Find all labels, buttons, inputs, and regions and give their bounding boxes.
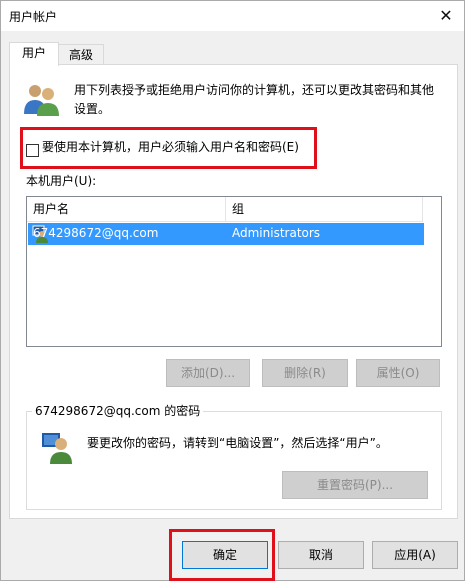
remove-user-button[interactable]: 删除(R) — [262, 359, 348, 387]
password-group-title: 674298672@qq.com 的密码 — [32, 402, 204, 419]
user-accounts-dialog: 用户帐户 ✕ 用户 高级 用下列表授予或拒绝用户访问你的计算机，还可以更改其密码… — [0, 0, 465, 581]
users-list[interactable]: 用户名 组 674298672@qq.com Administrators — [26, 196, 442, 347]
row-username: 674298672@qq.com — [33, 226, 159, 240]
column-header-username-label: 用户名 — [33, 202, 70, 216]
table-row[interactable]: 674298672@qq.com Administrators — [28, 223, 424, 245]
reset-password-button[interactable]: 重置密码(P)... — [282, 471, 428, 499]
highlight-box-ok — [169, 529, 275, 581]
user-password-icon — [42, 433, 72, 464]
tab-advanced-label: 高级 — [68, 48, 93, 62]
tab-users-label: 用户 — [21, 46, 46, 60]
cancel-button[interactable]: 取消 — [278, 541, 364, 569]
apply-button[interactable]: 应用(A) — [372, 541, 458, 569]
tab-users[interactable]: 用户 — [9, 42, 59, 66]
properties-button[interactable]: 属性(O) — [356, 359, 440, 387]
title-bar: 用户帐户 ✕ — [1, 1, 464, 31]
window-title: 用户帐户 — [9, 10, 58, 24]
users-tab-panel: 用下列表授予或拒绝用户访问你的计算机，还可以更改其密码和其他设置。 要使用本计算… — [9, 64, 458, 519]
highlight-box-checkbox — [20, 127, 317, 169]
row-group: Administrators — [232, 226, 321, 240]
users-icon — [24, 85, 59, 116]
column-header-group-label: 组 — [232, 202, 245, 216]
close-icon[interactable]: ✕ — [434, 5, 458, 27]
tab-advanced[interactable]: 高级 — [58, 44, 104, 66]
column-header-username[interactable]: 用户名 — [27, 197, 226, 222]
column-header-group[interactable]: 组 — [226, 197, 423, 222]
local-users-label: 本机用户(U): — [26, 174, 97, 188]
intro-text: 用下列表授予或拒绝用户访问你的计算机，还可以更改其密码和其他设置。 — [74, 83, 435, 116]
password-help-text: 要更改你的密码，请转到“电脑设置”，然后选择“用户”。 — [87, 436, 388, 450]
add-user-button[interactable]: 添加(D)... — [166, 359, 250, 387]
